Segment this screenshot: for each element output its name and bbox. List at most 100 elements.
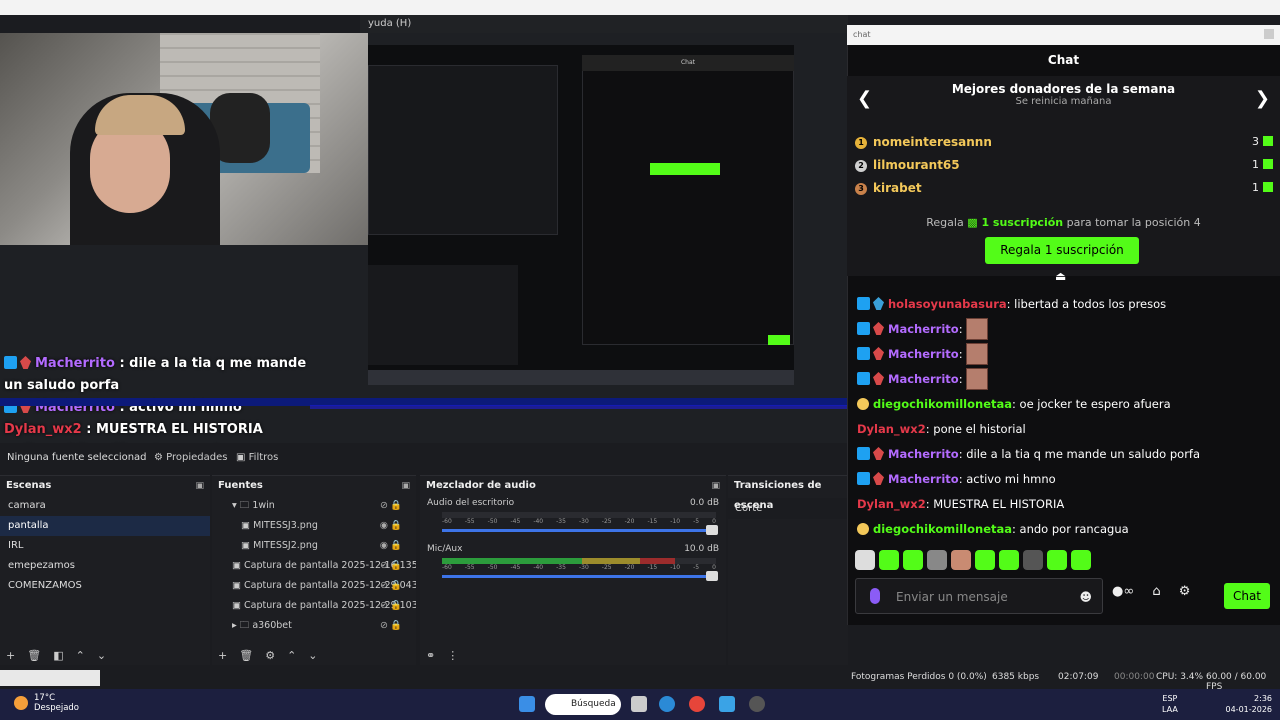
gift-sub-button[interactable]: Regala 1 suscripción: [985, 237, 1139, 264]
chat-username[interactable]: diegochikomillonetaa: [873, 522, 1012, 536]
chat-username[interactable]: Macherrito: [888, 447, 959, 461]
up-icon[interactable]: ⌃: [76, 649, 85, 662]
chat-send-button[interactable]: Chat: [1224, 583, 1270, 609]
task-view-icon[interactable]: [631, 696, 647, 712]
lock-icon[interactable]: 🔒: [390, 536, 402, 556]
scene-item[interactable]: COMENZAMOS: [0, 576, 210, 596]
source-item[interactable]: ▣ Captura de pantalla 2025-12-29 043 ⊘ 🔒: [212, 576, 416, 596]
visibility-icon[interactable]: ⊘: [380, 576, 388, 596]
add-icon[interactable]: +: [6, 649, 15, 662]
scene-item[interactable]: camara: [0, 496, 210, 516]
chat-username[interactable]: Macherrito: [888, 372, 959, 386]
edge-icon[interactable]: [659, 696, 675, 712]
clock[interactable]: 2:36 04-01-2026: [1226, 693, 1273, 715]
lock-icon[interactable]: 🔒: [390, 616, 402, 636]
filters-button[interactable]: ▣ Filtros: [230, 449, 284, 467]
gift-box-icon[interactable]: ⌂: [1152, 584, 1160, 599]
donor-name: kirabet: [873, 181, 922, 195]
dock-menu-icon[interactable]: ▣: [195, 476, 204, 496]
chrome-icon[interactable]: [689, 696, 705, 712]
donor-row[interactable]: 3 kirabet 1: [855, 178, 1273, 198]
chat-username[interactable]: Dylan_wx2: [857, 497, 926, 511]
donor-row[interactable]: 1 nomeinteresannn 3: [855, 132, 1273, 152]
donor-row[interactable]: 2 lilmourant65 1: [855, 155, 1273, 175]
source-item[interactable]: ▸ 🗀 a360bet ⊘ 🔒: [212, 616, 416, 636]
chat-username[interactable]: Macherrito: [888, 347, 959, 361]
emote-icon[interactable]: [855, 550, 875, 570]
source-item[interactable]: ▣ Captura de pantalla 2025-12-29 103 ⊘ 🔒: [212, 596, 416, 616]
obs-icon[interactable]: [749, 696, 765, 712]
weather-icon[interactable]: [14, 696, 28, 710]
visibility-icon[interactable]: ◉: [380, 536, 388, 556]
lock-icon[interactable]: 🔒: [390, 576, 402, 596]
obs-status-bar: Fotogramas Perdidos 0 (0.0%) 6385 kbps 0…: [0, 665, 1280, 692]
chat-message: Dylan_wx2: MUESTRA EL HISTORIA: [857, 492, 1267, 517]
chat-username[interactable]: Macherrito: [888, 322, 959, 336]
down-icon[interactable]: ⌄: [97, 649, 106, 662]
emoji-icon[interactable]: ☻: [1079, 579, 1092, 615]
link-icon[interactable]: ⚭: [426, 649, 435, 662]
dock-menu-icon[interactable]: ▣: [711, 476, 720, 496]
infinity-icon[interactable]: ●∞: [1112, 584, 1134, 599]
visibility-icon[interactable]: ◉: [380, 516, 388, 536]
emote-icon[interactable]: [999, 550, 1019, 570]
source-item[interactable]: ▣ MITESSJ3.png ◉ 🔒: [212, 516, 416, 536]
overlay-username: Macherrito: [35, 356, 115, 371]
lock-icon[interactable]: 🔒: [390, 496, 402, 516]
filters-label: Filtros: [248, 452, 279, 463]
emote-icon[interactable]: [1071, 550, 1091, 570]
visibility-icon[interactable]: ⊘: [380, 616, 388, 636]
audio-mixer-dock: Mezclador de audio ▣ Audio del escritorio…: [420, 475, 726, 665]
emote-icon[interactable]: [951, 550, 971, 570]
lock-icon[interactable]: 🔒: [390, 596, 402, 616]
gear-icon[interactable]: ⚙: [1179, 584, 1191, 599]
notepad-icon[interactable]: [719, 696, 735, 712]
emote-icon[interactable]: [1023, 550, 1043, 570]
close-icon[interactable]: [1264, 29, 1274, 39]
down-icon[interactable]: ⌄: [308, 649, 317, 662]
scene-item[interactable]: pantalla: [0, 516, 210, 536]
properties-button[interactable]: ⚙ Propiedades: [148, 449, 233, 467]
obs-preview[interactable]: Chat Macherrito : dile a la tia q me man…: [0, 33, 848, 443]
volume-slider[interactable]: [442, 571, 718, 581]
emote-icon[interactable]: [975, 550, 995, 570]
more-icon[interactable]: ⋮: [447, 649, 458, 662]
minimized-window[interactable]: [0, 670, 100, 686]
trash-icon[interactable]: 🗑: [239, 649, 253, 662]
volume-slider[interactable]: [442, 525, 718, 535]
lock-icon[interactable]: 🔒: [390, 556, 402, 576]
source-item[interactable]: ▾ 🗀 1win ⊘ 🔒: [212, 496, 416, 516]
trash-icon[interactable]: 🗑: [27, 649, 41, 662]
chat-username[interactable]: diegochikomillonetaa: [873, 397, 1012, 411]
emote-icon[interactable]: [903, 550, 923, 570]
language-indicator[interactable]: ESP LAA: [1162, 693, 1178, 715]
slider-handle[interactable]: [706, 571, 718, 581]
up-icon[interactable]: ⌃: [287, 649, 296, 662]
scene-item[interactable]: emepezamos: [0, 556, 210, 576]
taskbar-search[interactable]: Búsqueda: [545, 694, 621, 715]
emote-icon[interactable]: [1047, 550, 1067, 570]
visibility-icon[interactable]: ⊘: [380, 556, 388, 576]
scene-item[interactable]: IRL: [0, 536, 210, 556]
windows-start-icon[interactable]: [519, 696, 535, 712]
emote-icon[interactable]: [879, 550, 899, 570]
lock-icon[interactable]: 🔒: [390, 516, 402, 536]
chat-input[interactable]: Enviar un mensaje ☻: [855, 578, 1103, 614]
collapse-icon[interactable]: ⏏: [1055, 269, 1066, 283]
chat-username[interactable]: Macherrito: [888, 472, 959, 486]
emote-icon[interactable]: [927, 550, 947, 570]
chat-username[interactable]: holasoyunabasura: [888, 297, 1007, 311]
visibility-icon[interactable]: ⊘: [380, 596, 388, 616]
source-item[interactable]: ▣ Captura de pantalla 2025-12-16 135 ⊘ 🔒: [212, 556, 416, 576]
add-icon[interactable]: +: [218, 649, 227, 662]
mic-icon[interactable]: [870, 588, 880, 604]
slider-handle[interactable]: [706, 525, 718, 535]
chat-username[interactable]: Dylan_wx2: [857, 422, 926, 436]
gear-icon[interactable]: ⚙: [265, 649, 275, 662]
filter-icon[interactable]: ◧: [53, 649, 63, 662]
founder-badge-icon: [857, 398, 869, 410]
dock-menu-icon[interactable]: ▣: [401, 476, 410, 496]
source-item[interactable]: ▣ MITESSJ2.png ◉ 🔒: [212, 536, 416, 556]
visibility-icon[interactable]: ⊘: [380, 496, 388, 516]
weather-widget[interactable]: 17°C Despejado: [34, 693, 79, 713]
